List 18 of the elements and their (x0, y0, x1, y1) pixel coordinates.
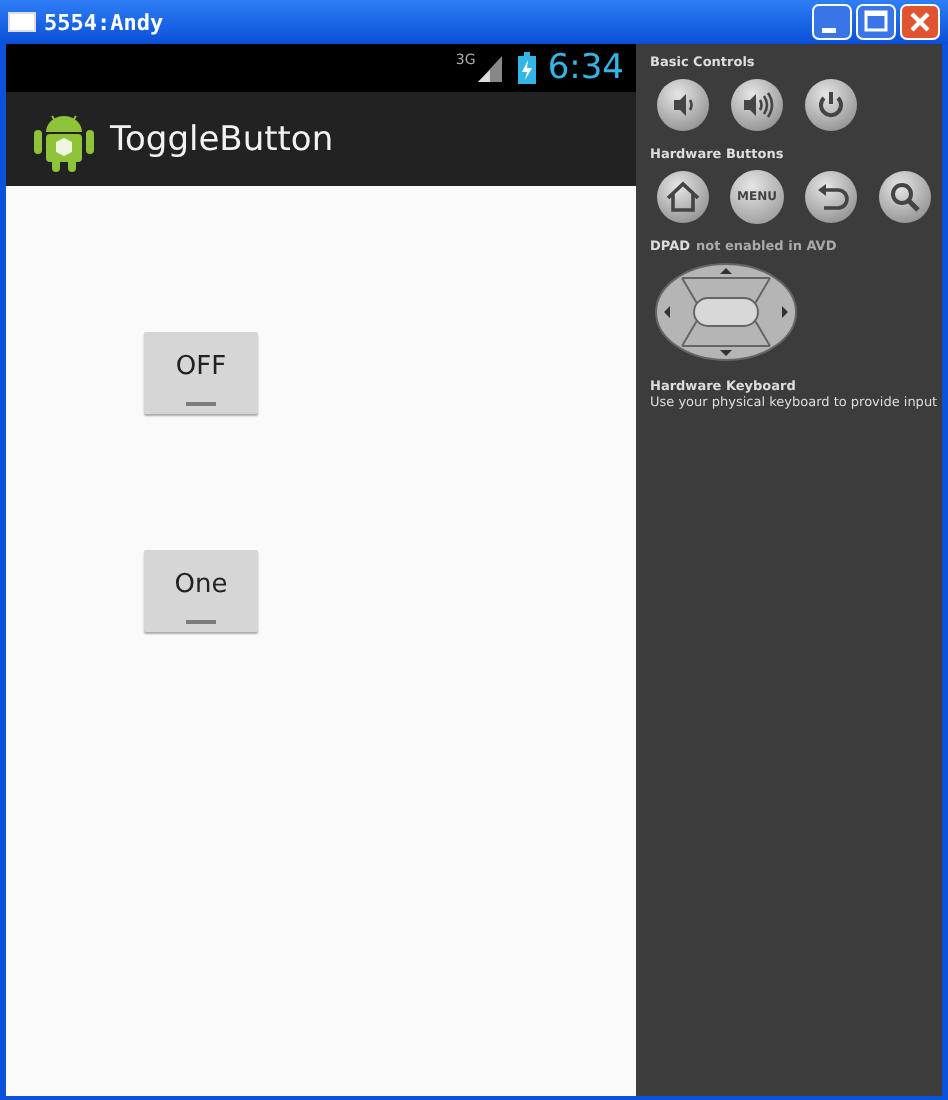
maximize-button[interactable] (856, 4, 896, 40)
signal-icon (475, 54, 504, 82)
dpad-drawing (654, 262, 798, 362)
app-title: ToggleButton (110, 119, 334, 159)
power-button[interactable] (804, 78, 858, 132)
volume-up-button[interactable] (730, 78, 784, 132)
volume-down-button[interactable] (656, 78, 710, 132)
battery-icon (517, 52, 536, 84)
home-button[interactable] (656, 170, 710, 224)
close-button[interactable] (900, 4, 940, 40)
toggle-button[interactable]: One (144, 550, 258, 632)
toggle-button[interactable]: OFF (144, 332, 258, 414)
minimize-button[interactable] (812, 4, 852, 40)
window-icon (8, 12, 36, 32)
clock: 6:34 (547, 48, 624, 88)
back-button[interactable] (804, 170, 858, 224)
search-button[interactable] (878, 170, 932, 224)
window-title: 5554:Andy (44, 9, 164, 35)
